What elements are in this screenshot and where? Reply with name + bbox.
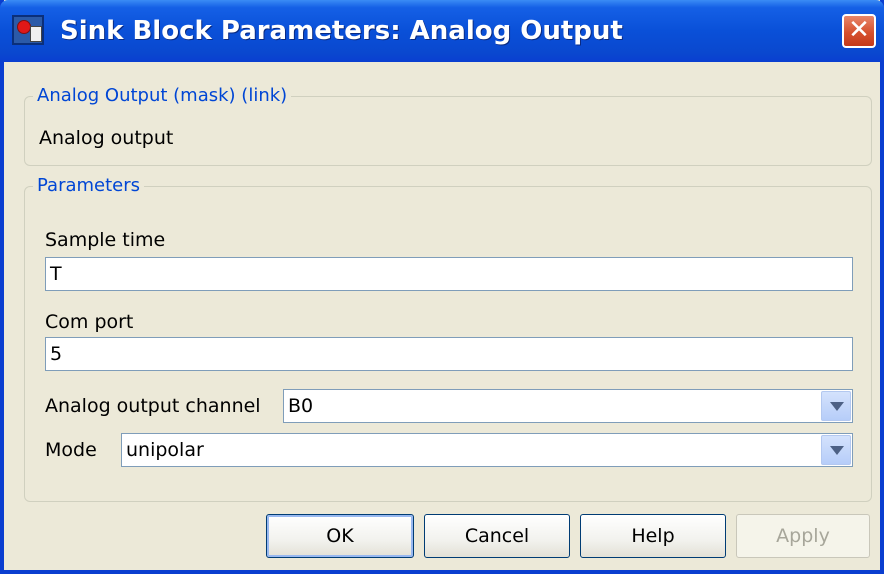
analog-output-channel-value: B0 — [288, 395, 314, 417]
analog-output-channel-label: Analog output channel — [45, 395, 261, 417]
close-button[interactable]: ✕ — [842, 14, 876, 48]
simulink-block-icon — [12, 15, 44, 45]
description-text: Analog output — [39, 127, 174, 149]
mode-label: Mode — [45, 439, 97, 461]
ok-button[interactable]: OK — [266, 514, 414, 558]
apply-button[interactable]: Apply — [736, 514, 870, 558]
description-group-legend: Analog Output (mask) (link) — [33, 83, 292, 109]
mode-value: unipolar — [126, 439, 204, 461]
help-button[interactable]: Help — [580, 514, 726, 558]
parameters-group: Parameters Sample time T Com port 5 Anal… — [24, 173, 872, 502]
sample-time-label: Sample time — [45, 229, 166, 251]
analog-output-channel-select[interactable]: B0 — [283, 389, 853, 423]
chevron-down-icon[interactable] — [821, 391, 851, 421]
parameters-group-legend: Parameters — [33, 173, 145, 199]
title-bar[interactable]: Sink Block Parameters: Analog Output ✕ — [0, 0, 884, 62]
com-port-label: Com port — [45, 311, 134, 333]
chevron-down-icon[interactable] — [821, 435, 851, 465]
description-group: Analog Output (mask) (link) Analog outpu… — [24, 83, 872, 166]
mode-select[interactable]: unipolar — [121, 433, 853, 467]
cancel-button[interactable]: Cancel — [424, 514, 570, 558]
sample-time-input[interactable]: T — [45, 257, 853, 291]
block-parameters-dialog: Sink Block Parameters: Analog Output ✕ A… — [0, 0, 884, 574]
com-port-input[interactable]: 5 — [45, 337, 853, 371]
window-title: Sink Block Parameters: Analog Output — [60, 16, 623, 46]
